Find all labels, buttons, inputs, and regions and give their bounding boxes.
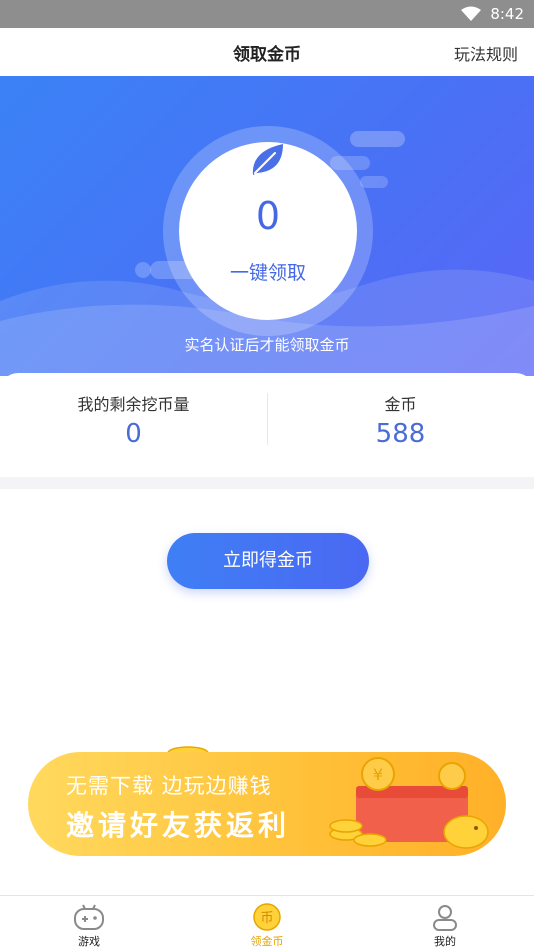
remaining-stat: 我的剩余挖币量 0	[0, 391, 267, 449]
bottom-nav: 游戏 币 领金币 我的	[0, 895, 534, 949]
coins-label: 金币	[384, 395, 417, 414]
nav-label-mine: 我的	[434, 935, 456, 948]
status-right: 8:42	[460, 4, 524, 24]
banner-title: 邀请好友获返利	[66, 809, 291, 842]
banner-subtitle: 无需下载 边玩边赚钱	[66, 774, 272, 798]
nav-label-games: 游戏	[78, 935, 100, 948]
status-time: 8:42	[490, 5, 524, 23]
nav-item-games[interactable]: 游戏	[29, 902, 149, 949]
section-separator	[0, 477, 534, 489]
stats-card: 我的剩余挖币量 0 金币 588	[0, 373, 534, 477]
remaining-label: 我的剩余挖币量	[77, 395, 190, 414]
claim-all-button[interactable]: 一键领取	[179, 258, 357, 285]
hero-section: 0 一键领取 实名认证后才能领取金币	[0, 76, 534, 376]
coin-count: 0	[255, 194, 281, 238]
top-bar: 领取金币 玩法规则	[0, 28, 534, 76]
rules-link[interactable]: 玩法规则	[454, 41, 518, 65]
nav-label-get-coins: 领金币	[250, 935, 284, 948]
wifi-icon	[461, 6, 482, 21]
gamepad-icon	[74, 904, 104, 930]
banner-gift-illustration: ¥	[329, 757, 489, 849]
remaining-value: 0	[125, 419, 142, 449]
coin-icon: 币	[253, 903, 281, 931]
get-coins-button[interactable]: 立即得金币	[167, 533, 369, 589]
invite-banner[interactable]: 无需下载 边玩边赚钱 邀请好友获返利 ¥	[28, 752, 506, 856]
verification-hint: 实名认证后才能领取金币	[184, 336, 350, 354]
coins-value: 588	[375, 419, 426, 449]
leaf-icon	[252, 144, 283, 175]
nav-item-mine[interactable]: 我的	[385, 902, 505, 949]
user-icon	[433, 905, 457, 931]
svg-text:币: 币	[260, 911, 273, 926]
coins-stat: 金币 588	[267, 391, 534, 449]
status-bar: 8:42	[0, 0, 534, 28]
svg-text:¥: ¥	[373, 765, 383, 784]
nav-item-get-coins[interactable]: 币 领金币	[207, 902, 327, 949]
